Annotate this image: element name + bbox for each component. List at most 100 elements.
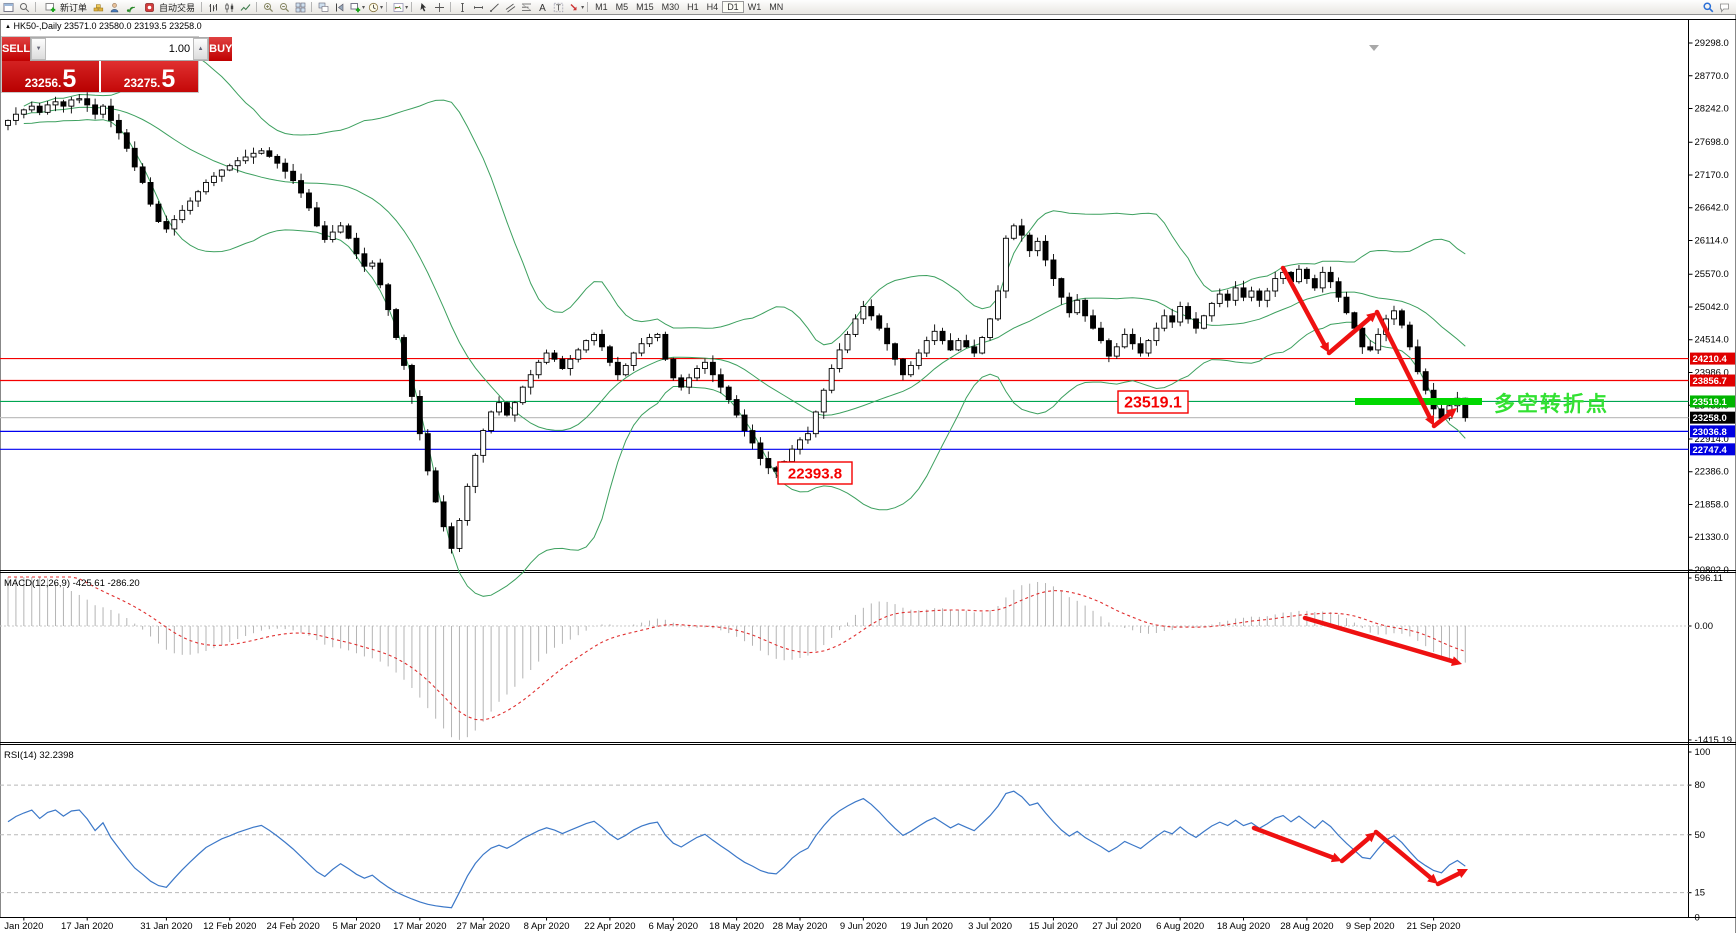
price-tick-label: 28242.0 bbox=[1695, 104, 1729, 115]
macd-trend-arrow-seg1[interactable] bbox=[1302, 615, 1455, 664]
date-tick-label: 8 Apr 2020 bbox=[524, 921, 570, 932]
rsi-axis-label: 0 bbox=[1695, 913, 1700, 924]
buy-price-main: 23275. bbox=[123, 76, 161, 90]
volume-input[interactable] bbox=[46, 38, 194, 60]
timeframe-button-d1[interactable]: D1 bbox=[722, 1, 744, 13]
period-clock-icon-caret[interactable]: ▾ bbox=[380, 4, 383, 11]
buy-price-display[interactable]: 23275. 5 bbox=[101, 61, 198, 92]
date-tick-label: 12 Feb 2020 bbox=[203, 921, 256, 932]
price-tick-label: 26114.0 bbox=[1695, 236, 1729, 247]
turning-point-note[interactable]: 多空转折点 bbox=[1494, 392, 1609, 416]
new-chart-icon-caret[interactable]: ▾ bbox=[362, 4, 365, 11]
toolbar-separator bbox=[256, 2, 258, 12]
new-order-button-icon[interactable] bbox=[43, 1, 57, 13]
trendline-icon[interactable] bbox=[487, 1, 501, 13]
price-tick-label: 21858.0 bbox=[1695, 499, 1729, 510]
cascade-windows-icon[interactable] bbox=[316, 1, 330, 13]
indicators-icon[interactable] bbox=[391, 1, 405, 13]
cursor-icon[interactable] bbox=[416, 1, 430, 13]
price-tick-label: 26642.0 bbox=[1695, 203, 1729, 214]
volume-decrease-button[interactable]: ▼ bbox=[31, 38, 47, 60]
tile-windows-icon[interactable] bbox=[293, 1, 307, 13]
buy-button[interactable]: BUY bbox=[209, 37, 233, 61]
new-order-button[interactable]: 新订单 bbox=[39, 1, 90, 13]
indicators-icon-caret[interactable]: ▾ bbox=[405, 4, 408, 11]
timeframe-button-h1[interactable]: H1 bbox=[683, 1, 703, 13]
ohlc-values: 23571.0 23580.0 23193.5 23258.0 bbox=[64, 21, 202, 31]
price-tick-label: 22386.0 bbox=[1695, 467, 1729, 478]
vertical-line-icon[interactable] bbox=[455, 1, 469, 13]
rsi-trend-arrow-seg4[interactable] bbox=[1435, 871, 1462, 887]
arrows-icon-caret[interactable]: ▾ bbox=[581, 4, 584, 11]
rsi-level-lines bbox=[0, 625, 1689, 894]
period-clock-icon[interactable] bbox=[366, 1, 380, 13]
date-tick-label: 28 May 2020 bbox=[773, 921, 828, 932]
arrows-icon[interactable] bbox=[567, 1, 581, 13]
new-chart-icon[interactable] bbox=[348, 1, 362, 13]
toolbar-separator bbox=[35, 2, 36, 12]
line-chart-icon[interactable] bbox=[238, 1, 252, 13]
price-badge-text: 23036.8 bbox=[1693, 427, 1727, 438]
text-icon[interactable]: A bbox=[535, 1, 549, 13]
market-watch-icon[interactable] bbox=[91, 1, 105, 13]
navigator-icon[interactable] bbox=[107, 1, 121, 13]
timeframe-button-m1[interactable]: M1 bbox=[591, 1, 612, 13]
rsi-trend-arrow-seg1[interactable] bbox=[1251, 825, 1335, 860]
price-badge-text: 23519.1 bbox=[1693, 397, 1728, 408]
autotrading-button[interactable]: 自动交易 bbox=[138, 1, 198, 13]
fibonacci-icon[interactable] bbox=[519, 1, 533, 13]
search-icon[interactable] bbox=[1701, 1, 1715, 13]
chart-shift-icon[interactable] bbox=[332, 1, 346, 13]
trading-platform-window: 新订单 自动交易 ▾ ▾ ▾ A T ▾ M1 M5 M15 M30 H1 H4 D1 W1 MN 29298.… bbox=[0, 0, 1736, 933]
zoom-out-icon[interactable] bbox=[277, 1, 291, 13]
timeframe-button-mn[interactable]: MN bbox=[765, 1, 787, 13]
price-tick-label: 28770.0 bbox=[1695, 71, 1729, 82]
bar-chart-icon[interactable] bbox=[206, 1, 220, 13]
date-tick-label: 22 Apr 2020 bbox=[584, 921, 635, 932]
volume-stepper: ▼ ▲ bbox=[30, 37, 210, 61]
date-tick-label: 28 Aug 2020 bbox=[1280, 921, 1333, 932]
chart-shift-marker[interactable] bbox=[1369, 45, 1379, 51]
price-label-23519-text: 23519.1 bbox=[1124, 395, 1182, 412]
timeframe-button-m5[interactable]: M5 bbox=[612, 1, 633, 13]
timeframe-button-w1[interactable]: W1 bbox=[744, 1, 766, 13]
horizontal-line-icon[interactable] bbox=[471, 1, 485, 13]
chart-area: 29298.0 28770.0 28242.0 27698.0 27170.0 26642… bbox=[0, 14, 1736, 933]
zoom-in-icon[interactable] bbox=[261, 1, 275, 13]
crosshair-icon[interactable] bbox=[432, 1, 446, 13]
toolbar-right-icons bbox=[1700, 1, 1732, 13]
date-tick-label: Jan 2020 bbox=[4, 921, 43, 932]
sell-price-display[interactable]: 23256. 5 bbox=[2, 61, 99, 92]
channel-icon[interactable] bbox=[503, 1, 517, 13]
volume-increase-button[interactable]: ▲ bbox=[193, 38, 209, 60]
sell-button[interactable]: SELL bbox=[2, 37, 31, 61]
price-badge-text: 24210.4 bbox=[1693, 354, 1728, 365]
date-tick-label: 18 Aug 2020 bbox=[1217, 921, 1270, 932]
bollinger-bands bbox=[23, 48, 1466, 597]
chat-icon[interactable] bbox=[1717, 1, 1731, 13]
date-tick-label: 6 Aug 2020 bbox=[1156, 921, 1204, 932]
autotrading-button-icon[interactable] bbox=[142, 1, 156, 13]
price-badge-text: 23258.0 bbox=[1693, 413, 1727, 424]
timeframe-button-m30[interactable]: M30 bbox=[658, 1, 684, 13]
collapse-panel-icon[interactable]: ▲ bbox=[5, 24, 11, 30]
chart-window-icon[interactable] bbox=[1, 1, 15, 13]
date-tick-label: 19 Jun 2020 bbox=[901, 921, 953, 932]
main-trend-arrow-seg1[interactable] bbox=[1280, 265, 1327, 347]
toolbar-separator bbox=[587, 2, 589, 12]
macd-axis-label: 596.11 bbox=[1695, 573, 1723, 584]
price-axis[interactable]: 29298.0 28770.0 28242.0 27698.0 27170.0 26642… bbox=[1688, 38, 1729, 576]
timeframe-button-h4[interactable]: H4 bbox=[703, 1, 723, 13]
signals-icon[interactable] bbox=[123, 1, 137, 13]
label-icon[interactable]: T bbox=[551, 1, 565, 13]
date-axis[interactable]: Jan 2020 17 Jan 2020 31 Jan 2020 12 Feb 202… bbox=[4, 917, 1461, 933]
bb-upper-band bbox=[23, 48, 1466, 346]
indicator-axes[interactable]: 596.11 0.00 -1415.19100 80 50 15 0 bbox=[1688, 573, 1733, 924]
candlestick-icon[interactable] bbox=[222, 1, 236, 13]
timeframe-button-m15[interactable]: M15 bbox=[632, 1, 658, 13]
macd-trend-arrow-seg1-head bbox=[1450, 656, 1462, 666]
price-tick-label: 24514.0 bbox=[1695, 335, 1729, 346]
date-tick-label: 17 Mar 2020 bbox=[393, 921, 446, 932]
rsi-trend-arrow-seg3[interactable] bbox=[1373, 829, 1433, 880]
print-preview-icon[interactable] bbox=[17, 1, 31, 13]
